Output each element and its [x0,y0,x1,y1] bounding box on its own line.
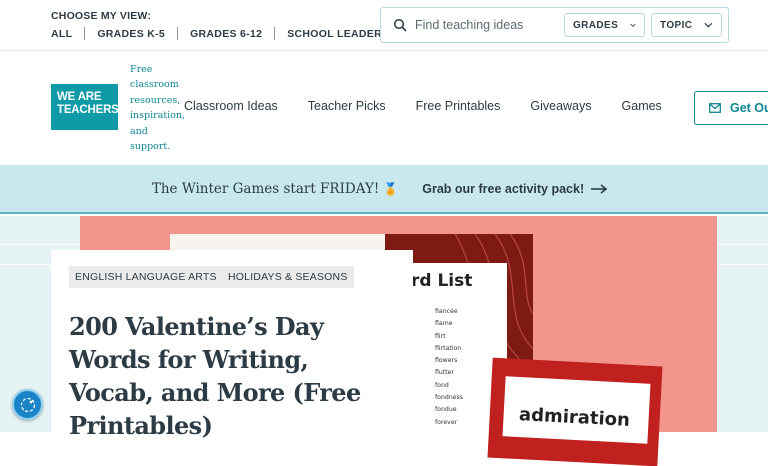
word-list: fiancée flame flirt flirtation flowers f… [435,306,463,429]
promo-cta-label: Grab our free activity pack! [422,181,585,196]
nav-games[interactable]: Games [622,99,662,113]
chevron-down-icon [630,23,636,27]
choose-view-label: CHOOSE MY VIEW: [51,10,152,22]
nav-classroom-ideas[interactable]: Classroom Ideas [184,99,278,113]
list-item: fondue [435,406,457,414]
accessibility-button[interactable] [12,389,43,420]
view-link-school-leaders[interactable]: SCHOOL LEADERS [287,28,389,40]
list-item: fondness [435,394,463,402]
view-link-all[interactable]: ALL [51,28,72,40]
view-link-grades-6-12[interactable]: GRADES 6-12 [190,28,262,40]
site-tagline: Free classroom resources, inspiration, a… [130,64,186,153]
site-logo[interactable]: WE ARE TEACHERS [51,84,119,130]
list-item: flame [435,320,453,328]
medal-icon: 🏅 [383,181,399,196]
list-item: fiancée [435,308,458,315]
divider [274,27,276,40]
nav-teacher-picks[interactable]: Teacher Picks [308,99,386,113]
tag-holidays-seasons[interactable]: HOLIDAYS & SEASONS [222,266,354,288]
arrow-right-icon [591,183,608,194]
chevron-down-icon [704,22,713,28]
search-box: GRADES TOPIC [380,7,729,43]
newsletter-button[interactable]: Get Ou [694,91,768,125]
tag-english-language-arts[interactable]: ENGLISH LANGUAGE ARTS [69,266,223,288]
promo-cta-link[interactable]: Grab our free activity pack! [422,182,608,196]
newsletter-button-label: Get Ou [730,101,768,115]
view-links: ALL GRADES K-5 GRADES 6-12 SCHOOL LEADER… [51,27,389,40]
divider [177,27,179,40]
logo-line2: TEACHERS [57,104,119,116]
list-item: flirt [435,332,446,340]
topic-label: TOPIC [660,19,693,31]
divider [84,27,86,40]
list-item: flowers [435,357,458,365]
list-item: flirtation [435,344,462,352]
list-item: fond [435,381,449,389]
top-utility-bar: CHOOSE MY VIEW: ALL GRADES K-5 GRADES 6-… [0,0,768,51]
grades-dropdown[interactable]: GRADES [564,13,645,37]
search-icon[interactable] [393,18,407,32]
promo-banner: The Winter Games start FRIDAY! 🏅 Grab our… [0,165,768,214]
nav-free-printables[interactable]: Free Printables [416,99,501,113]
list-item: flutter [435,369,455,377]
nav-links: Classroom Ideas Teacher Picks Free Print… [184,99,692,113]
list-item: forever [435,418,458,426]
logo-line1: WE ARE [57,91,102,103]
search-input[interactable] [415,14,555,36]
promo-message: The Winter Games start FRIDAY! [151,180,380,197]
sparkle-icon [20,397,36,413]
nav-giveaways[interactable]: Giveaways [530,99,591,113]
topic-dropdown[interactable]: TOPIC [651,13,722,37]
word-list-title: rd List [411,271,473,291]
envelope-icon [709,103,721,113]
article-title[interactable]: 200 Valentine’s Day Words for Writing, V… [69,310,399,442]
grades-label: GRADES [573,19,619,31]
view-link-grades-k5[interactable]: GRADES K-5 [97,28,165,40]
promo-text: The Winter Games start FRIDAY! 🏅 [152,181,398,197]
